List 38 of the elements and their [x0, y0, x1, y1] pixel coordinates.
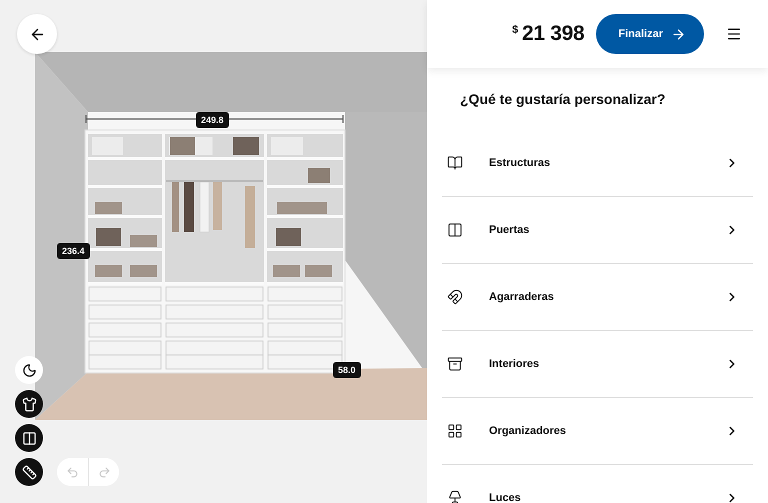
category-label: Estructuras [489, 157, 552, 169]
lamp-icon [447, 490, 463, 503]
ruler-icon [22, 464, 36, 480]
category-item[interactable]: Estructuras [442, 130, 753, 197]
currency-symbol: $ [512, 24, 518, 36]
shirt-icon [22, 396, 36, 412]
category-label: Interiores [489, 358, 540, 370]
double-door-icon [447, 222, 463, 238]
category-item[interactable]: Luces [442, 465, 753, 503]
total-price: 21 398 [522, 22, 584, 46]
menu-icon [726, 26, 742, 42]
doors-tool-button[interactable] [15, 424, 43, 452]
panel-title: ¿Qué te gustaría personalizar? [460, 91, 666, 107]
category-label: Organizadores [489, 425, 568, 437]
clothes-tool-button[interactable] [15, 390, 43, 418]
measure-tool-button[interactable] [15, 458, 43, 486]
double-door-icon [22, 430, 36, 446]
dimension-label: 249.8 [196, 112, 229, 128]
arrow-right-icon [671, 26, 686, 42]
category-item[interactable]: Interiores [442, 331, 753, 398]
category-label: Agarraderas [489, 291, 555, 303]
redo-icon [98, 466, 110, 478]
lighting-tool-button[interactable] [15, 356, 43, 384]
category-label: Puertas [489, 224, 530, 236]
category-label: Luces [489, 492, 522, 503]
category-item[interactable]: Organizadores [442, 398, 753, 465]
open-book-icon [447, 155, 463, 171]
back-button[interactable] [17, 14, 57, 54]
finish-button[interactable]: Finalizar [596, 14, 704, 54]
menu-button[interactable] [726, 26, 742, 42]
storage-box-icon [447, 356, 463, 372]
moon-icon [22, 362, 36, 378]
dimension-label: 236.4 [57, 243, 90, 259]
dimension-label: 58.0 [333, 362, 361, 378]
undo-icon [66, 466, 79, 478]
grid-icon [447, 423, 463, 439]
category-item[interactable]: Agarraderas [442, 264, 753, 331]
category-item[interactable]: Puertas [442, 197, 753, 264]
